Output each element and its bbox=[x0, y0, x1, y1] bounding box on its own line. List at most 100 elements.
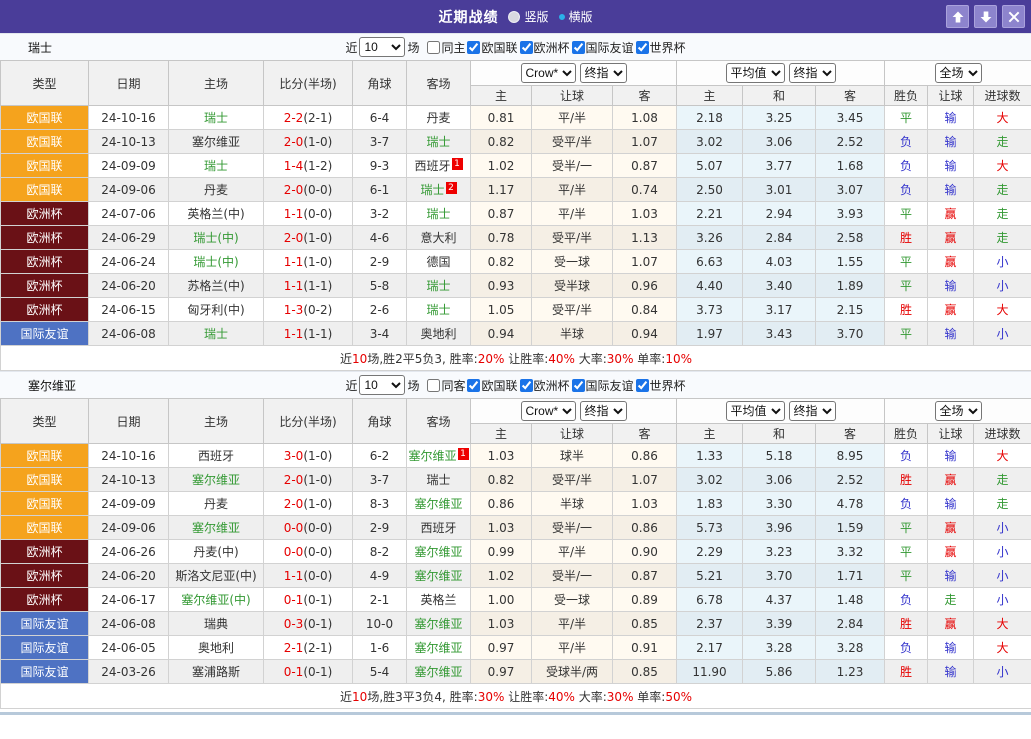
corner-score: 4-9 bbox=[352, 563, 407, 588]
final-odds-select[interactable]: 终指 bbox=[579, 401, 627, 421]
fulltime-select[interactable]: 全场 bbox=[934, 63, 982, 83]
summary-segment: 让胜率: bbox=[504, 689, 549, 704]
home-team: 瑞士(中) bbox=[168, 225, 264, 250]
final-odds-select[interactable]: 终指 bbox=[788, 401, 836, 421]
crow-home-odds: 0.93 bbox=[470, 273, 532, 298]
competition-checkbox-label[interactable]: 欧国联 bbox=[467, 39, 518, 56]
move-down-button[interactable] bbox=[974, 5, 997, 28]
competition-label-text: 欧国联 bbox=[481, 40, 518, 55]
corner-score: 1-6 bbox=[352, 635, 407, 660]
competition-label-text: 国际友谊 bbox=[585, 378, 634, 393]
avg-home-odds: 1.33 bbox=[676, 443, 743, 468]
home-team-name: 瑞典 bbox=[203, 617, 228, 631]
crow-handicap: 受半/一 bbox=[531, 515, 613, 540]
result-goals: 小 bbox=[973, 539, 1031, 564]
match-type-badge: 欧洲杯 bbox=[0, 249, 89, 274]
competition-checkbox[interactable] bbox=[519, 40, 533, 54]
halftime-score: (1-0) bbox=[303, 254, 333, 269]
home-team: 苏格兰(中) bbox=[168, 273, 264, 298]
competition-checkbox[interactable] bbox=[519, 378, 533, 392]
layout-option-horizontal[interactable]: 横版 bbox=[558, 8, 593, 25]
match-score: 1-1(0-0) bbox=[263, 201, 353, 226]
competition-checkbox[interactable] bbox=[635, 40, 649, 54]
close-button[interactable] bbox=[1002, 5, 1025, 28]
match-type-badge: 欧国联 bbox=[0, 443, 89, 468]
odds-company-select[interactable]: Crow* bbox=[520, 63, 576, 83]
summary-text: 近10场,胜3平3负4, 胜率:30% 让胜率:40% 大率:30% 单率:50… bbox=[0, 683, 1031, 709]
competition-checkbox[interactable] bbox=[467, 378, 481, 392]
competition-label-text: 国际友谊 bbox=[585, 40, 634, 55]
away-team: 瑞士 bbox=[406, 273, 471, 298]
odds-company-select[interactable]: Crow* bbox=[520, 401, 576, 421]
competition-checkbox-label[interactable]: 世界杯 bbox=[635, 39, 686, 56]
match-score: 2-2(2-1) bbox=[263, 105, 353, 130]
competition-checkbox[interactable] bbox=[571, 378, 585, 392]
avg-draw-odds: 3.39 bbox=[742, 611, 816, 636]
fulltime-select[interactable]: 全场 bbox=[934, 401, 982, 421]
match-type-badge: 欧国联 bbox=[0, 153, 89, 178]
sub-column-header: 主 bbox=[676, 423, 743, 444]
avg-home-odds: 5.73 bbox=[676, 515, 743, 540]
home-team-name: 瑞士(中) bbox=[193, 231, 239, 245]
sub-column-header: 胜负 bbox=[884, 85, 929, 106]
crow-home-odds: 1.00 bbox=[470, 587, 532, 612]
match-count-select[interactable]: 10 bbox=[359, 37, 406, 57]
corner-score: 3-4 bbox=[352, 321, 407, 346]
result-handicap: 输 bbox=[927, 177, 975, 202]
match-score: 0-1(0-1) bbox=[263, 659, 353, 684]
result-handicap: 赢 bbox=[927, 515, 975, 540]
crow-away-odds: 0.74 bbox=[612, 177, 677, 202]
result-goals: 走 bbox=[973, 129, 1031, 154]
avg-home-odds: 2.37 bbox=[676, 611, 743, 636]
average-odds-select[interactable]: 平均值 bbox=[725, 401, 785, 421]
crow-home-odds: 0.82 bbox=[470, 467, 532, 492]
match-type-badge: 国际友谊 bbox=[0, 321, 89, 346]
fulltime-score: 2-1 bbox=[283, 640, 304, 655]
same-venue-checkbox-label[interactable]: 同主 bbox=[427, 39, 465, 56]
competition-checkbox[interactable] bbox=[635, 378, 649, 392]
crow-home-odds: 0.82 bbox=[470, 249, 532, 274]
sub-column-header: 进球数 bbox=[973, 85, 1031, 106]
halftime-score: (1-0) bbox=[303, 448, 333, 463]
avg-home-odds: 2.21 bbox=[676, 201, 743, 226]
average-odds-select[interactable]: 平均值 bbox=[725, 63, 785, 83]
competition-checkbox-label[interactable]: 欧洲杯 bbox=[519, 377, 570, 394]
home-team-name: 瑞士(中) bbox=[193, 255, 239, 269]
competition-checkbox-label[interactable]: 世界杯 bbox=[635, 377, 686, 394]
final-odds-select[interactable]: 终指 bbox=[579, 63, 627, 83]
home-team: 塞尔维亚 bbox=[168, 467, 264, 492]
competition-checkbox[interactable] bbox=[467, 40, 481, 54]
section-filter-row: 塞尔维亚 近 10 场 同客 欧国联 欧洲杯 国际友谊 世界杯 bbox=[0, 371, 1031, 398]
crow-handicap: 受平/半 bbox=[531, 225, 613, 250]
same-venue-checkbox[interactable] bbox=[427, 378, 441, 392]
crow-away-odds: 0.86 bbox=[612, 443, 677, 468]
same-venue-checkbox-label[interactable]: 同客 bbox=[427, 377, 465, 394]
corner-score: 4-6 bbox=[352, 225, 407, 250]
layout-option-vertical[interactable]: 竖版 bbox=[508, 8, 549, 25]
crow-handicap: 平/半 bbox=[531, 105, 613, 130]
away-team: 塞尔维亚 bbox=[406, 491, 471, 516]
match-type-badge: 欧洲杯 bbox=[0, 539, 89, 564]
competition-checkbox-label[interactable]: 欧洲杯 bbox=[519, 39, 570, 56]
move-up-button[interactable] bbox=[946, 5, 969, 28]
same-venue-checkbox[interactable] bbox=[427, 40, 441, 54]
final-odds-select[interactable]: 终指 bbox=[788, 63, 836, 83]
home-team: 斯洛文尼亚(中) bbox=[168, 563, 264, 588]
match-type-badge: 国际友谊 bbox=[0, 659, 89, 684]
competition-checkbox[interactable] bbox=[571, 40, 585, 54]
halftime-score: (1-1) bbox=[303, 278, 333, 293]
away-team: 奥地利 bbox=[406, 321, 471, 346]
match-row: 欧国联 24-09-06 丹麦 2-0(0-0) 6-1 瑞士 2 1.17 平/半 0.74 2.… bbox=[0, 177, 1031, 202]
close-icon bbox=[1008, 11, 1019, 22]
avg-away-odds: 2.58 bbox=[814, 225, 886, 250]
competition-checkbox-label[interactable]: 国际友谊 bbox=[571, 377, 634, 394]
competition-checkbox-label[interactable]: 国际友谊 bbox=[571, 39, 634, 56]
result-outcome: 胜 bbox=[884, 297, 929, 322]
crow-handicap: 球半 bbox=[531, 443, 613, 468]
halftime-score: (1-0) bbox=[303, 496, 333, 511]
competition-checkbox-label[interactable]: 欧国联 bbox=[467, 377, 518, 394]
result-outcome: 平 bbox=[884, 563, 929, 588]
crow-handicap: 受一球 bbox=[531, 249, 613, 274]
match-count-select[interactable]: 10 bbox=[359, 375, 406, 395]
away-team: 德国 bbox=[406, 249, 471, 274]
